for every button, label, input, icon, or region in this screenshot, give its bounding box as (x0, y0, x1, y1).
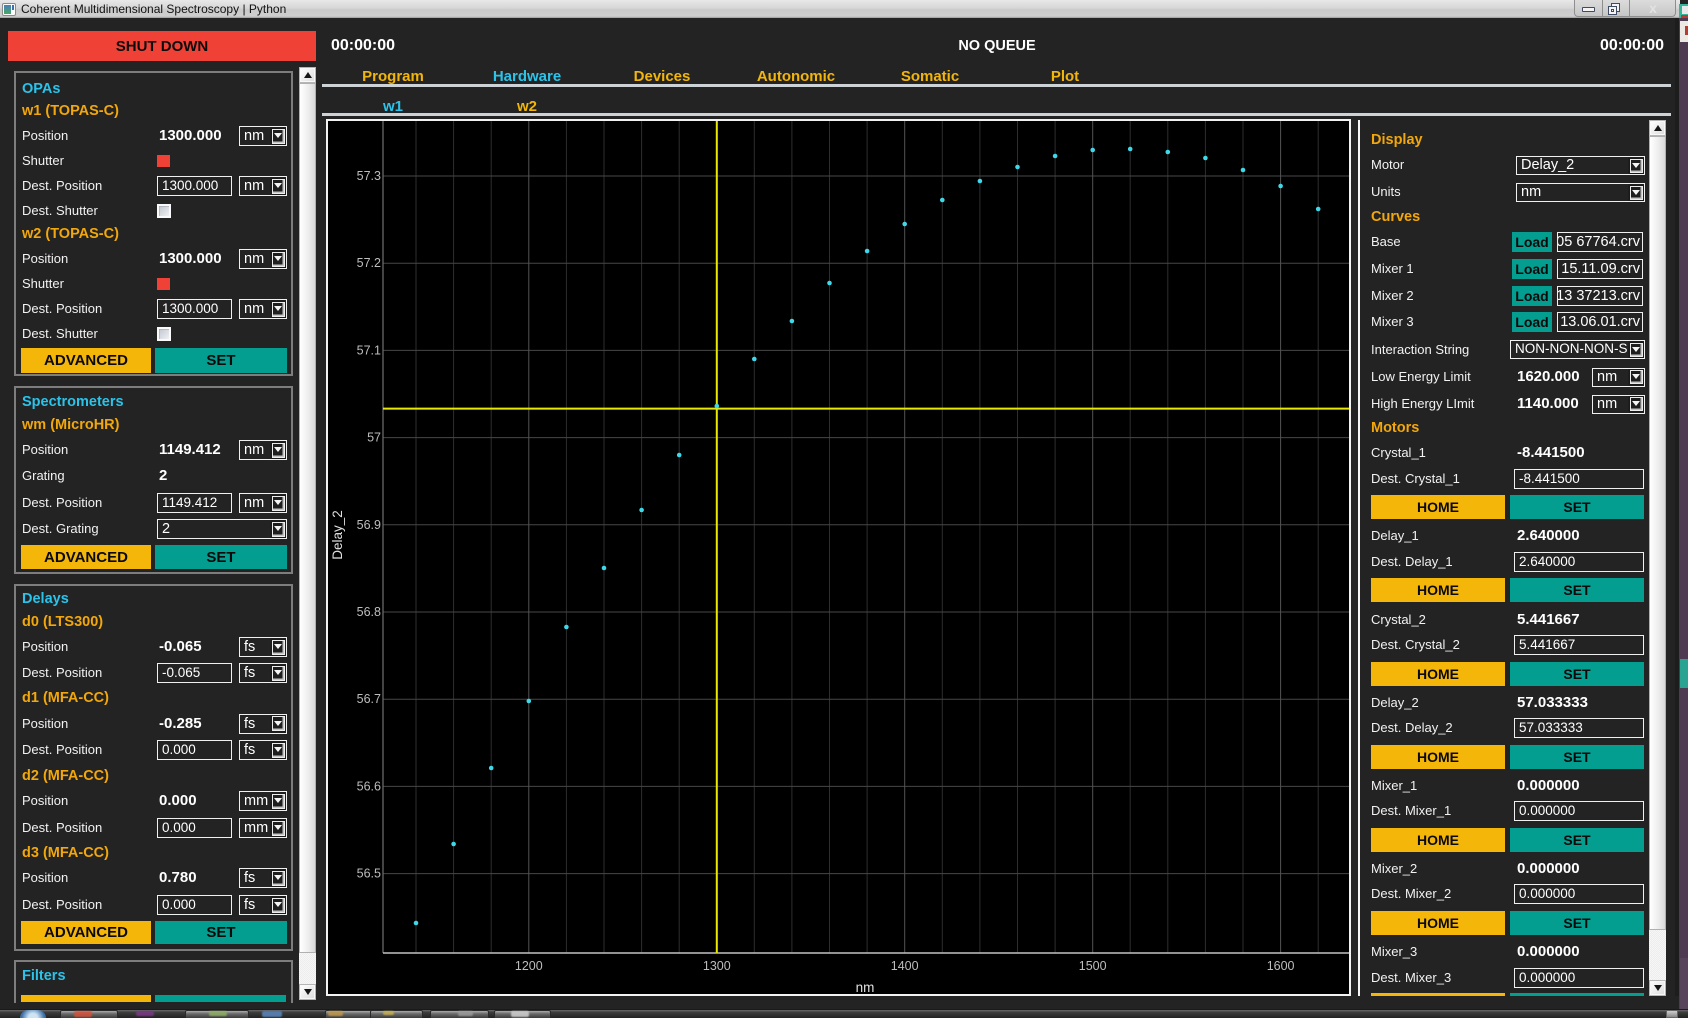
svg-text:56.6: 56.6 (357, 779, 381, 793)
svg-text:1300: 1300 (703, 959, 731, 973)
svg-text:57.3: 57.3 (357, 169, 381, 183)
svg-text:56.5: 56.5 (357, 867, 381, 881)
svg-text:57.2: 57.2 (357, 256, 381, 270)
svg-text:1200: 1200 (515, 959, 543, 973)
svg-text:1400: 1400 (891, 959, 919, 973)
svg-text:nm: nm (856, 980, 875, 994)
svg-text:56.8: 56.8 (357, 605, 381, 619)
svg-text:57.1: 57.1 (357, 343, 381, 357)
svg-text:57: 57 (367, 431, 381, 445)
svg-text:Delay_2: Delay_2 (330, 510, 345, 560)
svg-text:56.9: 56.9 (357, 518, 381, 532)
svg-text:56.7: 56.7 (357, 692, 381, 706)
svg-text:1500: 1500 (1079, 959, 1107, 973)
svg-text:1600: 1600 (1267, 959, 1295, 973)
